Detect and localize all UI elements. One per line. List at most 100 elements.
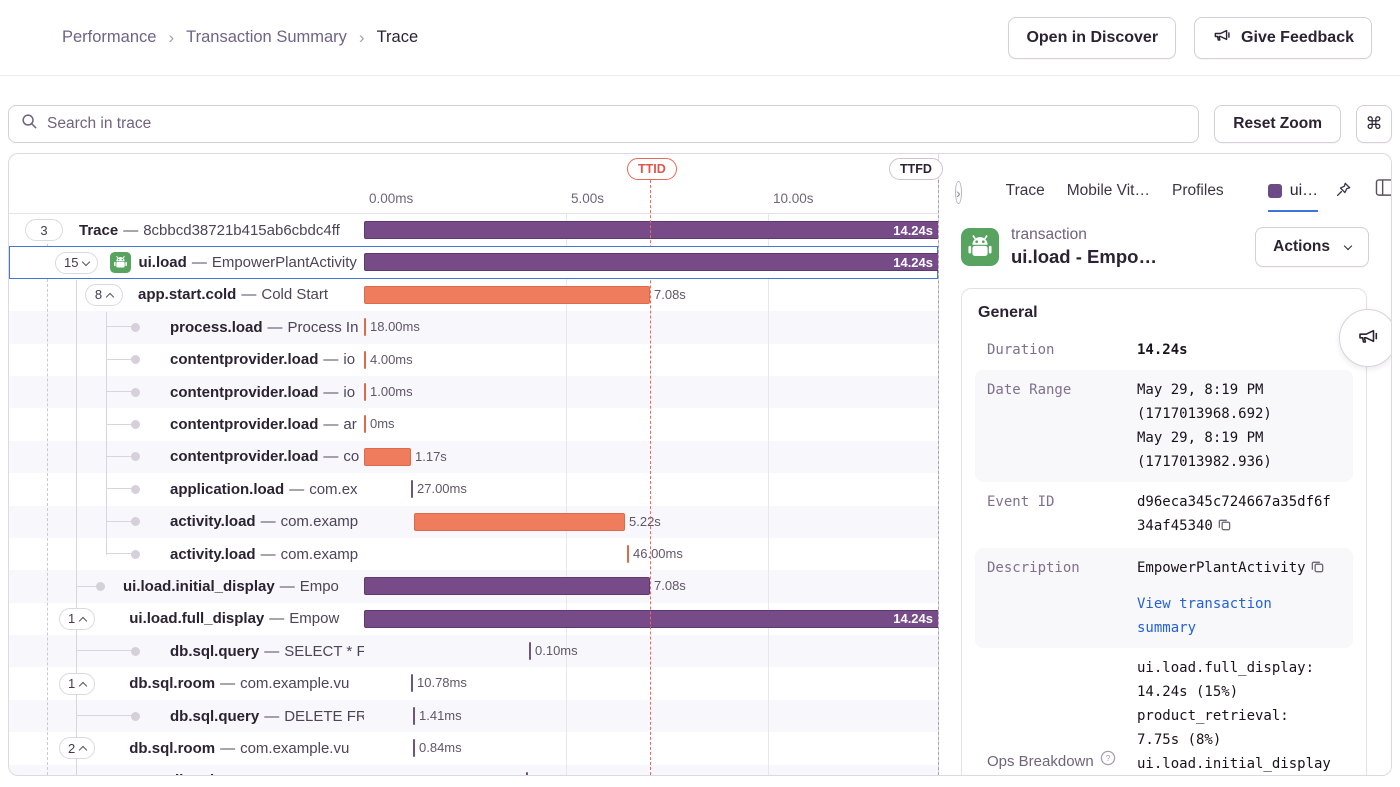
transaction-title: ui.load - Empo… [1011,246,1157,268]
span-separator: — [269,610,284,627]
span-duration-bar[interactable] [364,383,366,401]
ttfd-marker-pill[interactable]: TTFD [889,158,943,180]
span-separator: — [323,351,338,368]
general-heading: General [975,302,1353,330]
span-duration-bar[interactable] [364,577,650,595]
span-duration-bar[interactable] [627,545,629,563]
span-duration-bar[interactable] [413,739,415,757]
span-children-count-pill[interactable]: 1 [59,673,95,695]
pin-tab-icon[interactable] [1334,180,1353,212]
collapse-drawer-icon[interactable]: › [955,181,962,204]
actions-button[interactable]: Actions [1255,227,1369,267]
span-duration-bar[interactable] [364,286,650,304]
span-row[interactable]: contentprovider.load—co1.17s [9,441,938,473]
axis-tick-label: 0.00ms [369,191,413,206]
tab-mobile-vitals[interactable]: Mobile Vit… [1067,182,1150,212]
chevron-up-icon [79,617,87,625]
span-duration-cell: 7.08s [364,570,938,602]
reset-zoom-button[interactable]: Reset Zoom [1214,105,1341,143]
span-op-label: app.start.cold [138,286,236,303]
span-description: SELECT * F [284,643,364,660]
span-row[interactable]: 1db.sql.room—com.example.vu10.78ms [9,667,938,699]
gridline [768,214,769,775]
span-duration-bar[interactable] [414,513,625,531]
span-row[interactable]: 2db.sql.room—com.example.vu0.84ms [9,732,938,764]
span-duration-bar[interactable] [526,772,528,775]
span-row[interactable]: contentprovider.load—io4.00ms [9,344,938,376]
general-row-date-range: Date RangeMay 29, 8:19 PM (1717013968.69… [975,370,1353,482]
duration-label: 7.08s [654,578,686,593]
view-transaction-summary-link[interactable]: View transaction summary [1137,592,1335,640]
span-row[interactable]: 3Trace—8cbbcd38721b415ab6cbdc4ff14.24s [9,214,938,246]
span-duration-bar[interactable] [529,642,531,660]
span-duration-bar[interactable] [364,318,366,336]
span-tree-cell: db.sql.query—SELECT * F [9,635,364,667]
span-row[interactable]: ui.load.initial_display—Empo7.08s [9,570,938,602]
feedback-fab[interactable] [1339,309,1391,367]
span-row[interactable]: contentprovider.load—ar0ms [9,408,938,440]
span-separator: — [323,448,338,465]
help-icon[interactable]: ? [1100,750,1116,774]
span-duration-bar[interactable] [413,707,415,725]
copy-icon[interactable] [1310,558,1325,582]
ttid-marker-pill[interactable]: TTID [627,158,677,180]
breadcrumb-transaction-summary[interactable]: Transaction Summary [186,28,347,47]
span-row[interactable]: db.sql.query—DELETE FR1.41ms [9,700,938,732]
span-row[interactable]: activity.load—com.examp46.00ms [9,538,938,570]
keyboard-shortcuts-button[interactable]: ⌘ [1356,105,1392,143]
span-row[interactable]: 15ui.load—EmpowerPlantActivity14.24s [9,246,938,278]
search-box[interactable] [8,105,1199,143]
span-children-count-pill[interactable]: 15 [55,252,98,274]
span-tree-cell: contentprovider.load—ar [9,408,364,440]
span-description: DELETE FR [284,708,364,725]
layout-left-panel-icon[interactable] [1375,178,1391,202]
leaf-connector-dot [131,388,140,397]
span-tree-cell: 3Trace—8cbbcd38721b415ab6cbdc4ff [9,214,364,246]
span-duration-bar[interactable] [411,674,413,692]
span-description: com.examp [281,513,359,530]
span-row[interactable]: 8app.start.cold—Cold Start7.08s [9,279,938,311]
span-duration-bar[interactable] [364,448,411,466]
leaf-connector-dot [131,355,140,364]
open-in-discover-button[interactable]: Open in Discover [1008,17,1176,59]
duration-label: 27.00ms [417,481,467,496]
span-children-count-pill[interactable]: 8 [85,284,123,306]
span-row[interactable]: application.load—com.ex27.00ms [9,473,938,505]
span-description: Empow [289,610,339,627]
span-op-label: Trace [79,222,118,239]
span-row[interactable]: db.sql.query—INSERT OR0.70ms [9,765,938,775]
span-duration-bar[interactable]: 14.24s [364,253,938,271]
span-row[interactable]: contentprovider.load—io1.00ms [9,376,938,408]
tab-ui-load-active[interactable]: ui… [1268,182,1318,212]
span-row[interactable]: activity.load—com.examp5.22s [9,506,938,538]
give-feedback-button[interactable]: Give Feedback [1194,17,1372,59]
leaf-connector-dot [131,452,140,461]
kv-label: Event ID [987,490,1137,540]
span-duration-cell: 0ms [364,408,938,440]
span-description: ar [343,416,356,433]
span-op-label: contentprovider.load [170,448,318,465]
span-row[interactable]: 1ui.load.full_display—Empow14.24s [9,603,938,635]
tab-trace[interactable]: Trace [1006,182,1045,212]
breadcrumb-separator-icon: › [168,28,174,48]
span-children-count-pill[interactable]: 1 [59,608,95,630]
megaphone-icon [1356,324,1380,353]
span-duration-bar[interactable] [411,480,413,498]
tab-profiles[interactable]: Profiles [1172,182,1224,212]
copy-icon[interactable] [1217,516,1232,540]
span-color-swatch [1268,184,1282,198]
span-duration-bar[interactable]: 14.24s [364,221,938,239]
span-duration-bar[interactable] [364,415,366,433]
span-children-count-pill[interactable]: 2 [59,737,95,759]
span-op-label: application.load [170,481,284,498]
span-duration-bar[interactable] [364,351,366,369]
span-children-count-pill[interactable]: 3 [25,219,63,241]
breadcrumb-performance[interactable]: Performance [62,28,156,47]
span-op-label: db.sql.query [170,708,259,725]
span-row[interactable]: process.load—Process In18.00ms [9,311,938,343]
span-duration-bar[interactable]: 14.24s [364,610,938,628]
span-row[interactable]: db.sql.query—SELECT * F0.10ms [9,635,938,667]
search-input[interactable] [47,115,1186,133]
span-duration-cell: 0.70ms [364,765,938,775]
span-duration-cell: 4.00ms [364,344,938,376]
